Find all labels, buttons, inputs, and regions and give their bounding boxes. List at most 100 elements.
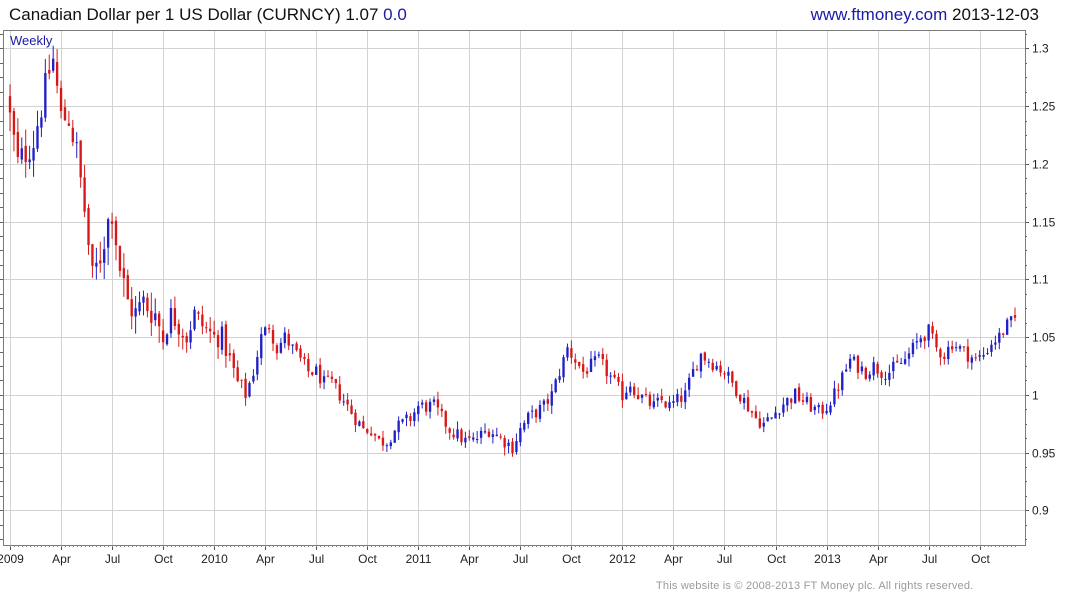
plot-frame <box>3 30 1026 546</box>
candle <box>691 361 695 377</box>
candle-body <box>456 429 459 439</box>
candle <box>315 363 318 375</box>
candle-body <box>636 395 640 400</box>
candle <box>173 296 177 330</box>
candle <box>409 413 412 427</box>
candle <box>12 107 16 152</box>
candle <box>373 433 377 442</box>
candle <box>322 370 326 390</box>
candle-body <box>421 402 424 405</box>
candle-body <box>680 395 683 402</box>
candle-body <box>362 421 365 429</box>
candle-body <box>212 331 216 335</box>
candle-body <box>527 412 530 424</box>
candle <box>786 397 789 412</box>
candle-body <box>424 402 428 412</box>
candle-body <box>472 437 475 440</box>
candle-body <box>786 397 789 406</box>
candle <box>158 311 161 343</box>
candle-body <box>640 394 644 398</box>
candle <box>695 365 699 371</box>
candle <box>283 327 286 349</box>
candle-body <box>244 378 247 398</box>
candle <box>138 291 141 316</box>
candle <box>106 217 110 266</box>
candle-body <box>44 73 47 118</box>
candle-body <box>770 417 773 419</box>
candle <box>377 435 381 440</box>
candle <box>805 392 809 405</box>
candle-body <box>943 356 946 359</box>
candle <box>495 427 498 437</box>
candle <box>362 415 365 429</box>
candle <box>986 348 989 355</box>
candle-body <box>735 381 738 396</box>
candle-body <box>491 434 495 437</box>
y-tick-label: 1.3 <box>1032 42 1049 56</box>
candle-body <box>817 405 820 408</box>
candle-body <box>903 359 907 364</box>
candle <box>468 429 471 441</box>
candle <box>574 353 577 370</box>
candle <box>625 386 628 400</box>
candle <box>236 360 239 383</box>
candle <box>209 317 212 343</box>
candle-body <box>778 413 781 415</box>
candle <box>1009 316 1013 328</box>
candle <box>413 408 416 427</box>
candle-body <box>660 396 663 401</box>
candle <box>723 370 726 380</box>
candle <box>216 330 220 359</box>
candle-body <box>283 332 286 344</box>
candle <box>833 380 836 408</box>
candle <box>970 354 973 370</box>
x-tick-label: Oct <box>971 552 990 566</box>
candle-body <box>20 148 23 160</box>
candle <box>939 347 942 366</box>
candle <box>958 344 962 352</box>
x-tick-label: Oct <box>154 552 173 566</box>
candle-body <box>1005 319 1009 335</box>
candle-body <box>154 313 157 321</box>
candle-body <box>762 422 765 427</box>
candle-body <box>845 369 848 372</box>
candle-body <box>864 367 867 379</box>
candle <box>432 396 436 406</box>
candle-body <box>315 366 318 375</box>
candle <box>636 387 640 400</box>
candle <box>998 327 1001 350</box>
candle <box>326 370 330 378</box>
candle-body <box>291 344 294 346</box>
candle <box>275 343 279 360</box>
candle <box>224 320 228 368</box>
candle <box>554 378 557 394</box>
candle-body <box>970 357 973 363</box>
candle-body <box>201 314 204 327</box>
candle <box>311 371 314 377</box>
candle-body <box>475 438 479 440</box>
candle <box>735 380 738 399</box>
candle <box>334 378 338 389</box>
candle <box>852 354 856 361</box>
candle <box>868 371 871 382</box>
candle-body <box>440 408 444 412</box>
candle-body <box>224 324 228 356</box>
x-tick-label: Oct <box>767 552 786 566</box>
candle-body <box>589 358 593 372</box>
candle <box>32 130 35 177</box>
candle-body <box>534 409 538 418</box>
candle <box>676 388 679 407</box>
candle-body <box>267 327 271 330</box>
x-tick-label: Apr <box>460 552 479 566</box>
candle <box>597 351 601 359</box>
candle <box>448 427 451 440</box>
candle <box>83 164 86 218</box>
x-tick-label: Apr <box>256 552 275 566</box>
candle-body <box>915 341 919 343</box>
candle <box>778 412 781 419</box>
candle-body <box>523 422 526 430</box>
candle-body <box>958 346 962 349</box>
x-tick-label: 2013 <box>814 552 841 566</box>
candle <box>703 351 707 365</box>
candle-body <box>919 338 922 343</box>
